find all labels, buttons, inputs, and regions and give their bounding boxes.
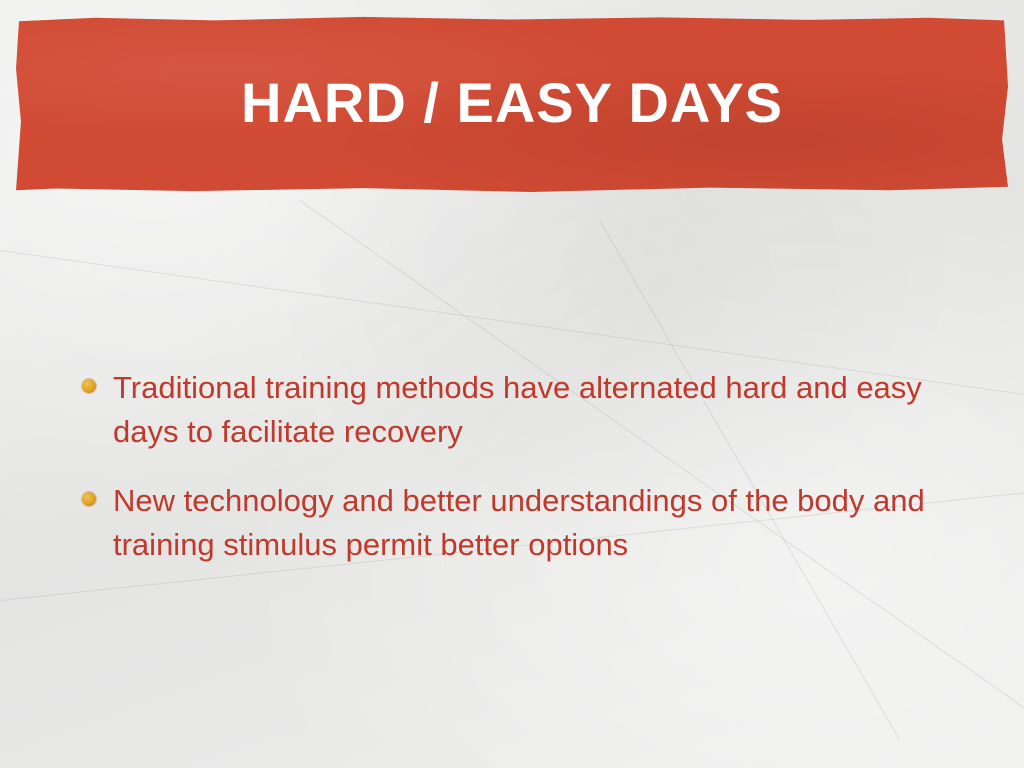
- bullet-item: Traditional training methods have altern…: [80, 366, 960, 454]
- bullet-text: New technology and better understandings…: [113, 483, 925, 562]
- slide-title: HARD / EASY DAYS: [241, 70, 783, 134]
- bullet-icon: [82, 492, 96, 506]
- bullet-item: New technology and better understandings…: [80, 479, 960, 567]
- bullet-text: Traditional training methods have altern…: [113, 370, 922, 449]
- bullet-icon: [82, 379, 96, 393]
- bullet-list: Traditional training methods have altern…: [80, 366, 960, 592]
